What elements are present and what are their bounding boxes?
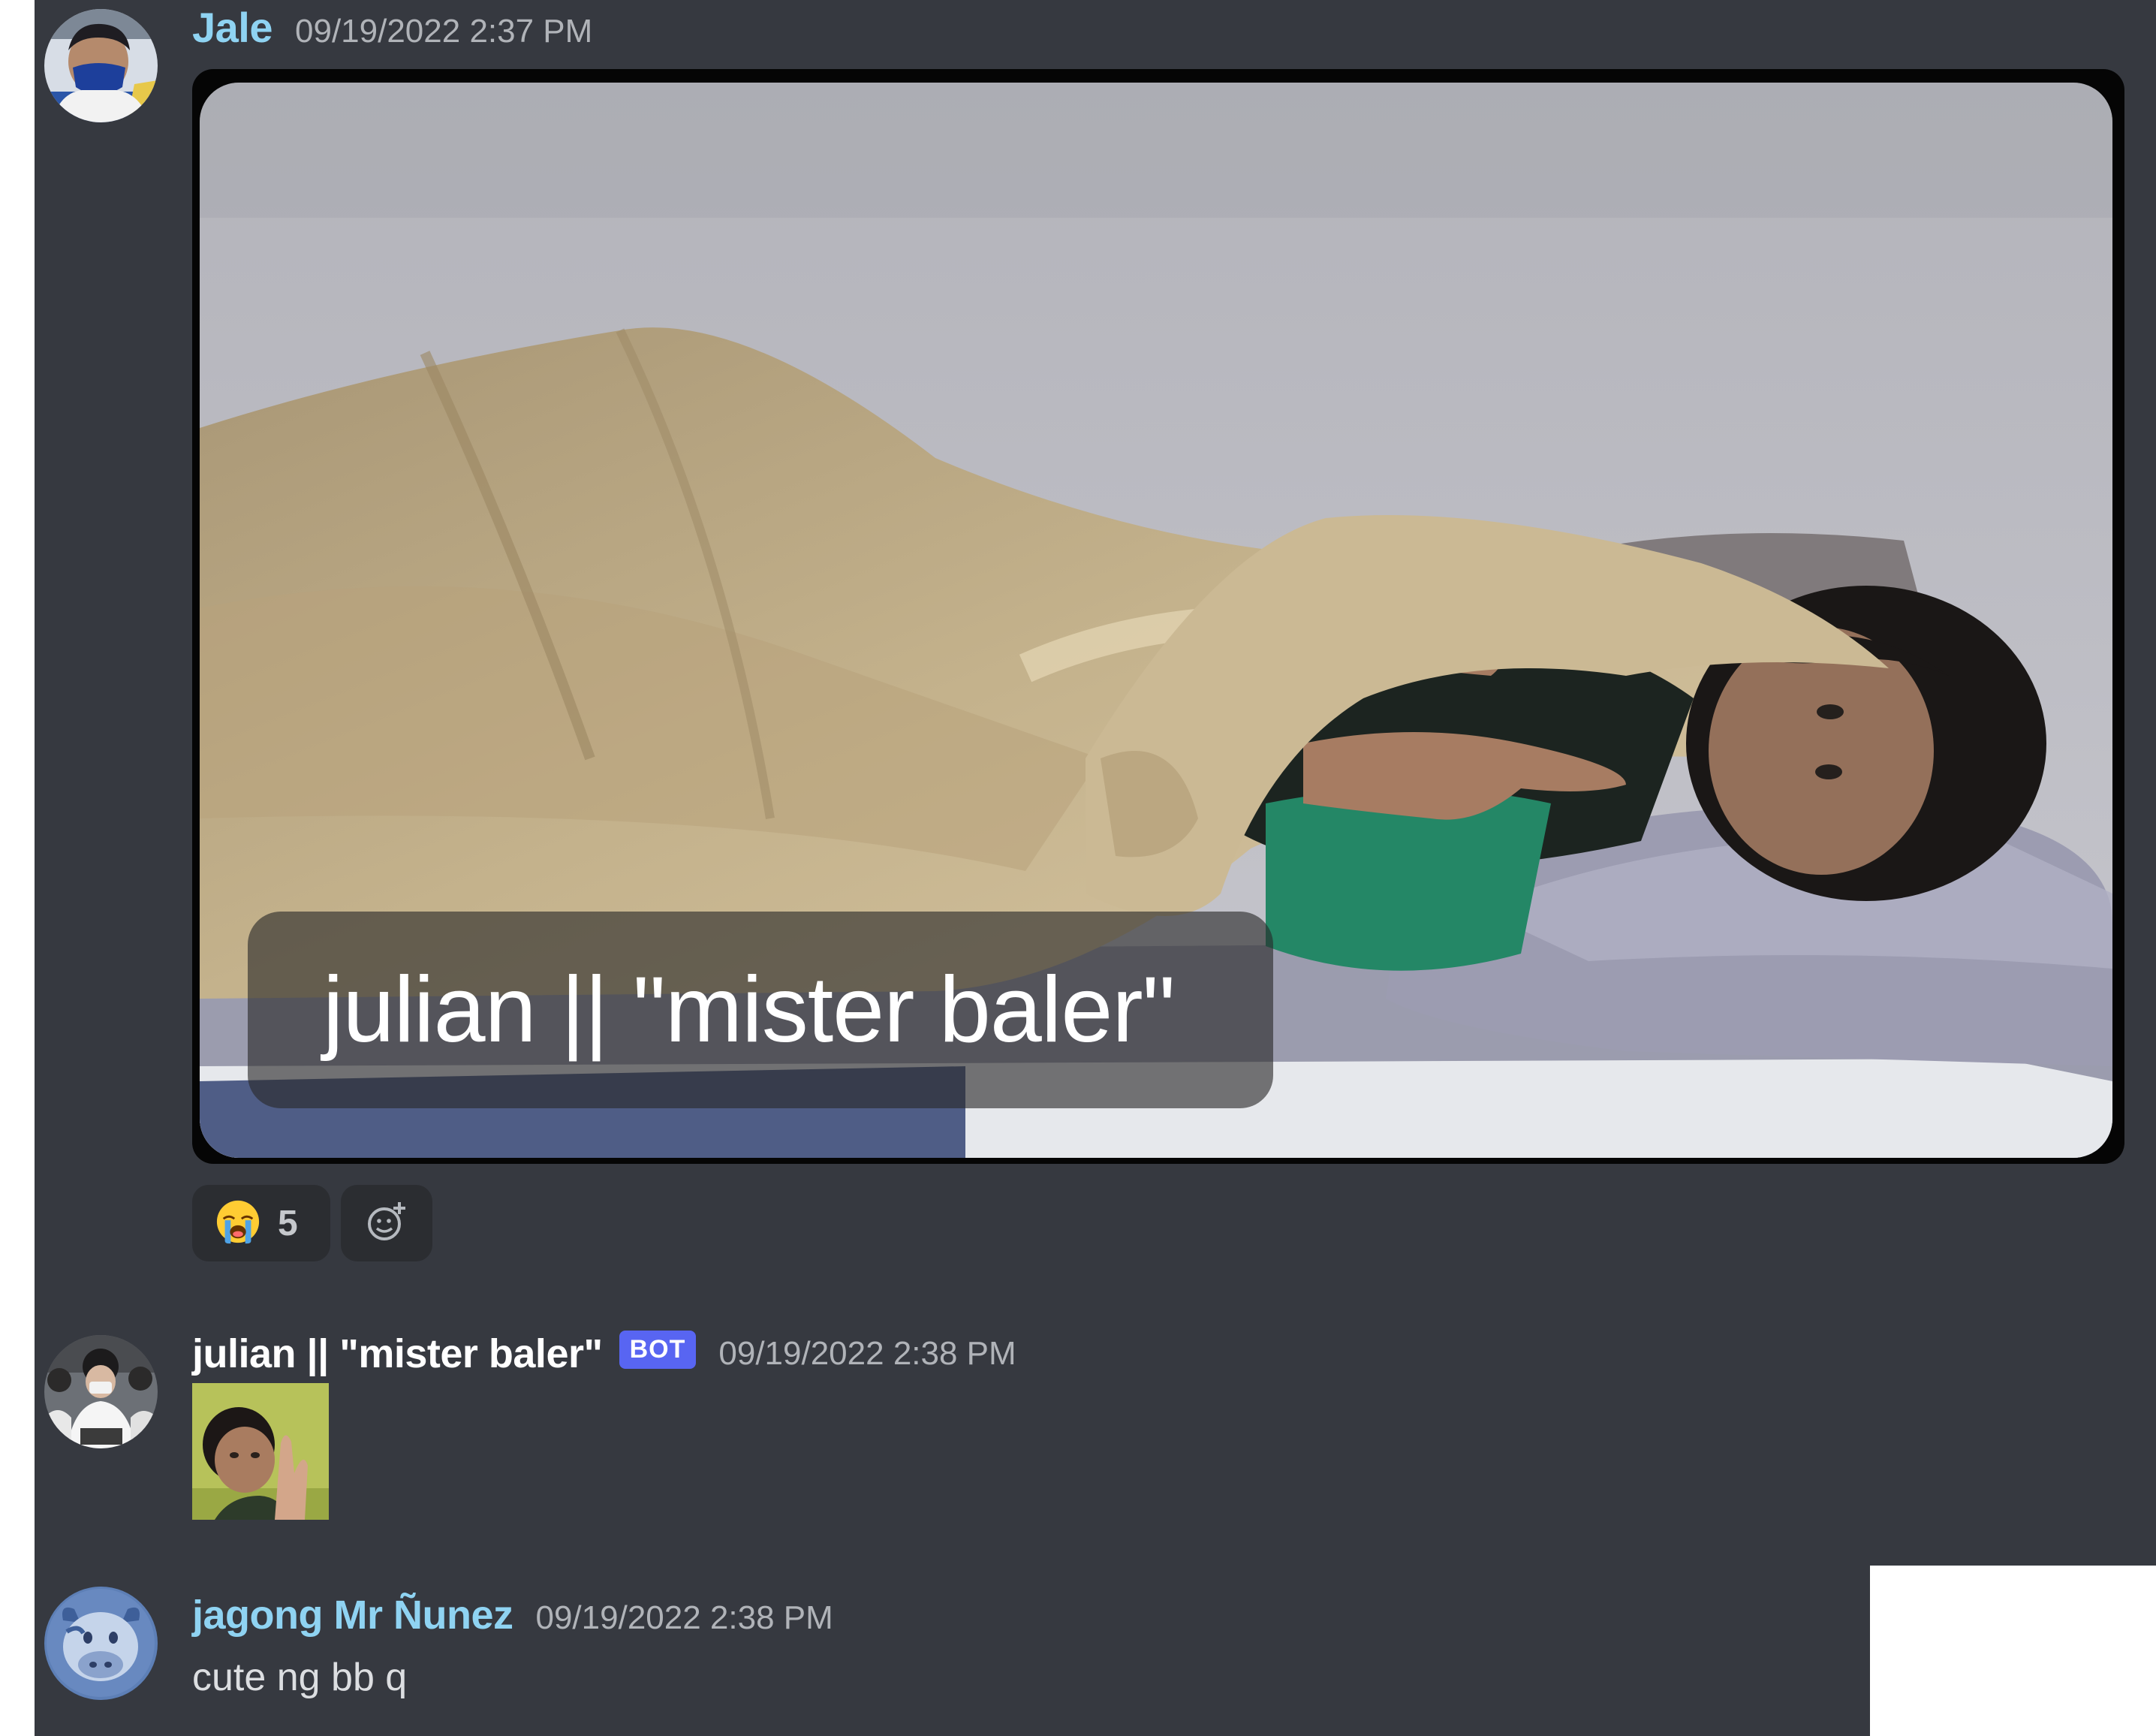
image-thumbnail[interactable] (192, 1383, 329, 1520)
bot-badge: BOT (619, 1330, 697, 1369)
add-emoji-icon (364, 1199, 409, 1248)
avatar-julian-bot[interactable] (44, 1335, 158, 1448)
message-3: jagong Mr Ñunez 09/19/2022 2:38 PM cute … (35, 1577, 2156, 1736)
blank-area (1870, 1566, 2156, 1736)
timestamp: 09/19/2022 2:38 PM (535, 1599, 833, 1636)
chat-message-list: Jale 09/19/2022 2:37 PM julian || "miste… (35, 0, 2156, 1736)
message-text: cute ng bb q (192, 1656, 408, 1699)
message-2: julian || "mister baler" BOT 09/19/2022 … (35, 1314, 2156, 1539)
username[interactable]: jagong Mr Ñunez (192, 1592, 513, 1638)
image-overlay-caption: julian || "mister baler" (323, 958, 1176, 1062)
add-reaction-button[interactable] (341, 1185, 432, 1261)
message-header: jagong Mr Ñunez 09/19/2022 2:38 PM (192, 1592, 833, 1638)
image-overlay-caption-box: julian || "mister baler" (248, 912, 1273, 1108)
username[interactable]: julian || "mister baler" (192, 1331, 603, 1377)
crying-face-emoji-icon (215, 1198, 261, 1249)
message-header: julian || "mister baler" BOT 09/19/2022 … (192, 1330, 1016, 1377)
avatar-jagong[interactable] (44, 1587, 158, 1700)
message-header: Jale 09/19/2022 2:37 PM (192, 3, 592, 52)
timestamp: 09/19/2022 2:38 PM (718, 1335, 1016, 1372)
avatar-jale[interactable] (44, 9, 158, 122)
reaction-count: 5 (278, 1203, 298, 1243)
username[interactable]: Jale (192, 3, 273, 52)
reaction-button[interactable]: 5 (192, 1185, 330, 1261)
message-1: Jale 09/19/2022 2:37 PM julian || "miste… (35, 0, 2156, 1276)
timestamp: 09/19/2022 2:37 PM (295, 13, 593, 50)
